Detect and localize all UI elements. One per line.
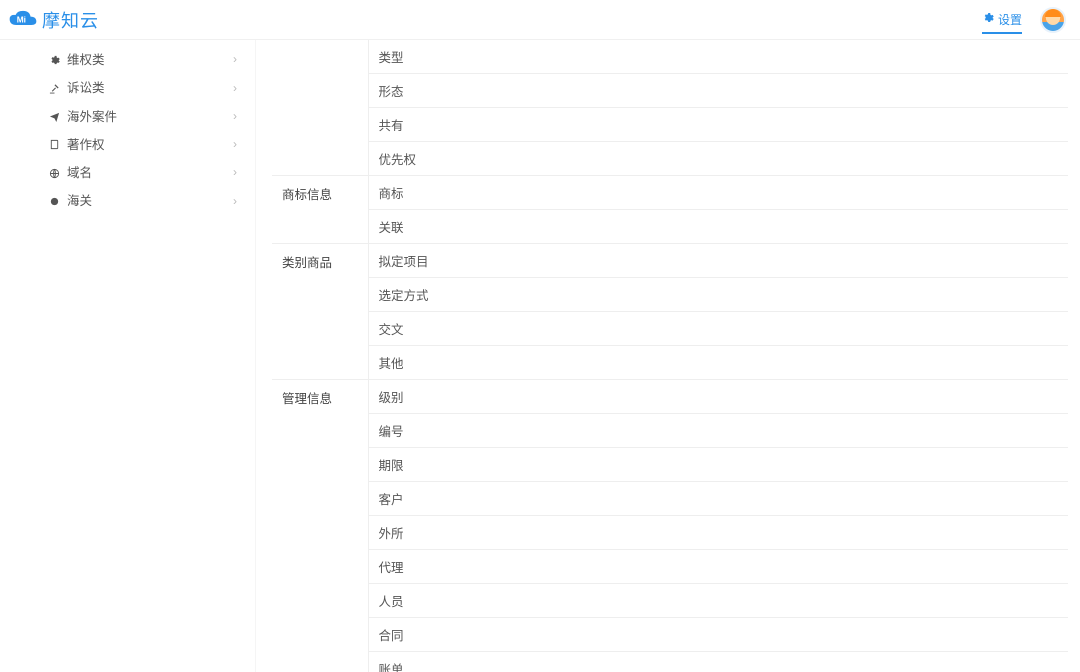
book-icon <box>48 139 60 151</box>
field-row[interactable]: 关联 <box>368 210 1068 244</box>
chevron-right-icon: › <box>233 52 237 68</box>
sidebar-item-label: 域名 <box>67 165 92 181</box>
field-row[interactable]: 类型 <box>368 40 1068 74</box>
chevron-right-icon: › <box>233 165 237 181</box>
field-group-name: 类别商品 <box>272 244 368 380</box>
field-group-name: 管理信息 <box>272 380 368 672</box>
settings-label: 设置 <box>998 11 1022 28</box>
sidebar-item-label: 海外案件 <box>67 109 117 125</box>
app-header: Mi 摩知云 设置 <box>0 0 1080 40</box>
plane-icon <box>48 111 60 123</box>
svg-text:Mi: Mi <box>17 14 26 24</box>
field-row[interactable]: 合同 <box>368 618 1068 652</box>
user-avatar[interactable] <box>1040 7 1066 33</box>
chevron-right-icon: › <box>233 81 237 97</box>
field-row[interactable]: 人员 <box>368 584 1068 618</box>
field-row[interactable]: 编号 <box>368 414 1068 448</box>
brand-cloud-icon: Mi <box>8 10 36 30</box>
field-row[interactable]: 交文 <box>368 312 1068 346</box>
field-config-table: 类型形态共有优先权商标信息商标关联类别商品拟定项目选定方式交文其他管理信息级别编… <box>272 40 1068 672</box>
sidebar-item[interactable]: 诉讼类 › <box>0 74 255 102</box>
field-row[interactable]: 其他 <box>368 346 1068 380</box>
field-row[interactable]: 客户 <box>368 482 1068 516</box>
chevron-right-icon: › <box>233 109 237 125</box>
field-group-name <box>272 40 368 176</box>
sidebar-item[interactable]: 著作权 › <box>0 131 255 159</box>
sidebar-item[interactable]: 海关 › <box>0 187 255 215</box>
field-row[interactable]: 形态 <box>368 74 1068 108</box>
chevron-right-icon: › <box>233 137 237 153</box>
sidebar-item-label: 诉讼类 <box>67 80 105 96</box>
sidebar-item-label: 维权类 <box>67 52 105 68</box>
sidebar-item-label: 著作权 <box>67 137 105 153</box>
gear-icon <box>48 54 60 66</box>
sidebar-item[interactable]: 域名 › <box>0 159 255 187</box>
header-actions: 设置 <box>982 7 1066 33</box>
field-row[interactable]: 期限 <box>368 448 1068 482</box>
field-row[interactable]: 代理 <box>368 550 1068 584</box>
field-row[interactable]: 外所 <box>368 516 1068 550</box>
field-row[interactable]: 拟定项目 <box>368 244 1068 278</box>
chevron-right-icon: › <box>233 194 237 210</box>
brand-logo[interactable]: Mi 摩知云 <box>8 7 99 33</box>
globe-icon <box>48 167 60 179</box>
circle-icon <box>48 195 60 207</box>
field-row[interactable]: 选定方式 <box>368 278 1068 312</box>
settings-link[interactable]: 设置 <box>982 11 1022 34</box>
sidebar-item-label: 海关 <box>67 193 92 209</box>
sidebar-item[interactable]: 维权类 › <box>0 46 255 74</box>
gavel-icon <box>48 82 60 94</box>
field-row[interactable]: 共有 <box>368 108 1068 142</box>
field-row[interactable]: 级别 <box>368 380 1068 414</box>
field-group-name: 商标信息 <box>272 176 368 244</box>
sidebar-item[interactable]: 海外案件 › <box>0 103 255 131</box>
field-row[interactable]: 商标 <box>368 176 1068 210</box>
gear-icon <box>982 12 994 27</box>
field-row[interactable]: 账单 <box>368 652 1068 672</box>
field-row[interactable]: 优先权 <box>368 142 1068 176</box>
main-content: 类型形态共有优先权商标信息商标关联类别商品拟定项目选定方式交文其他管理信息级别编… <box>256 40 1080 672</box>
sidebar-nav: 维权类 › 诉讼类 › 海外案件 › 著作权 › 域名 › 海关 › <box>0 40 256 672</box>
brand-name: 摩知云 <box>42 7 99 33</box>
